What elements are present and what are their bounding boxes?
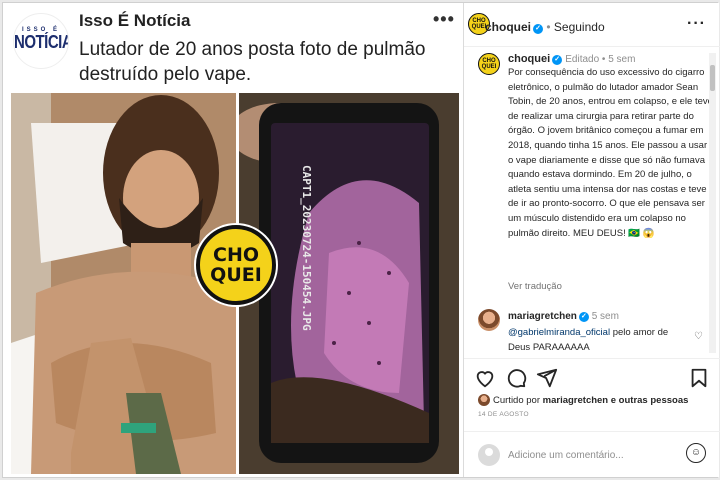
liked-by-user[interactable]: mariagretchen: [543, 395, 608, 406]
caption-author-username[interactable]: choquei: [508, 53, 550, 65]
bookmark-icon-svg: [691, 368, 707, 388]
post-headline: Lutador de 20 anos posta foto de pulmão …: [79, 39, 426, 85]
see-translation-link[interactable]: Ver tradução: [508, 281, 562, 292]
news-post: ISSO É NOTÍCIA Isso É Notícia ••• Lutado…: [3, 3, 460, 477]
caption-text: Por consequência do uso excessivo do cig…: [508, 67, 713, 239]
photo-filename-label: CAPT1_20230724-150454.JPG: [299, 165, 315, 365]
comment-like-heart-icon[interactable]: ♡: [694, 331, 703, 342]
emoji-icon[interactable]: ☺: [686, 443, 706, 463]
publisher-logo[interactable]: ISSO É NOTÍCIA: [13, 13, 69, 69]
liked-by-row: Curtido por mariagretchen e outras pesso…: [478, 394, 718, 407]
add-comment-bar: ☺: [464, 431, 720, 477]
liker-avatar[interactable]: [478, 394, 490, 406]
commenter-avatar[interactable]: [478, 309, 500, 331]
comment-icon[interactable]: [505, 367, 527, 389]
caption-area: CHO QUEI choquei ✓ Editado • 5 sem Por co…: [476, 49, 714, 353]
comment-mention-link[interactable]: @gabrielmiranda_oficial: [508, 327, 610, 338]
verified-badge-icon: ✓: [533, 24, 544, 34]
lung-phone-photo: CAPT1_20230724-150454.JPG: [239, 93, 459, 474]
post-header: CHO QUEI choquei ✓ • Seguindo ···: [464, 3, 720, 47]
following-button[interactable]: Seguindo: [554, 20, 605, 34]
post-date[interactable]: 14 DE AGOSTO: [478, 411, 529, 418]
choquei-stamp: CHO QUEI: [196, 225, 276, 305]
caption-scrollbar[interactable]: [709, 53, 716, 353]
liked-by-prefix: Curtido por: [493, 395, 543, 406]
instagram-post-panel: CHO QUEI choquei ✓ • Seguindo ··· CHO QUE…: [463, 3, 720, 477]
heart-icon[interactable]: [474, 367, 496, 389]
commenter-username[interactable]: mariagretchen: [508, 311, 577, 322]
bookmark-icon[interactable]: [688, 367, 710, 389]
comment-text: @gabrielmiranda_oficial pelo amor de Deu…: [508, 325, 688, 355]
caption-author-row: choquei ✓ Editado • 5 sem: [508, 53, 635, 65]
more-options-icon[interactable]: ···: [687, 15, 706, 33]
liked-by-suffix[interactable]: e outras pessoas: [608, 395, 689, 406]
lung-illustration: [239, 93, 459, 474]
comment-input[interactable]: [508, 445, 678, 465]
commenter-row: mariagretchen ✓ 5 sem: [508, 311, 619, 322]
photo-filename-text: CAPT1_20230724-150454.JPG: [300, 165, 313, 331]
verified-badge-icon: ✓: [578, 312, 589, 322]
current-user-avatar: [478, 444, 500, 466]
publisher-logo-text: NOTÍCIA: [14, 32, 69, 53]
author-username[interactable]: choquei: [485, 20, 531, 34]
stamp-line-1: CHO: [213, 244, 259, 266]
caption-meta: Editado • 5 sem: [565, 54, 636, 65]
share-icon-svg: [536, 368, 558, 388]
action-bar: [464, 358, 720, 398]
heart-icon-svg: [476, 371, 494, 388]
comment-icon-svg: [507, 369, 527, 388]
verified-badge-icon: ✓: [552, 55, 563, 65]
share-icon[interactable]: [536, 367, 558, 389]
separator-dot: •: [546, 20, 551, 34]
more-options-icon[interactable]: •••: [433, 9, 455, 30]
stamp-line-2: QUEI: [210, 264, 262, 286]
publisher-name[interactable]: Isso É Notícia: [79, 11, 190, 31]
author-username-row: choquei ✓ • Seguindo: [485, 20, 605, 34]
screenshot-frame: ISSO É NOTÍCIA Isso É Notícia ••• Lutado…: [2, 2, 720, 478]
comment-time: 5 sem: [591, 311, 619, 322]
caption-author-avatar[interactable]: CHO QUEI: [478, 53, 500, 75]
scrollbar-thumb[interactable]: [710, 65, 715, 91]
